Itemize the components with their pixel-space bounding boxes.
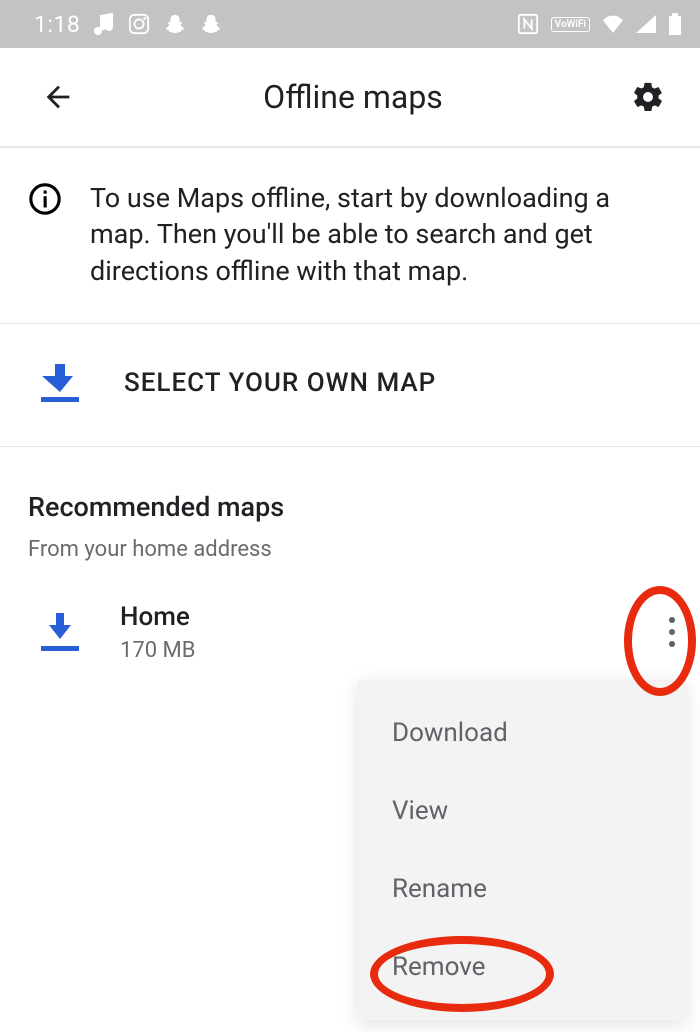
info-banner: To use Maps offline, start by downloadin…: [0, 148, 700, 324]
download-icon: [40, 613, 80, 651]
snapchat-icon: [164, 13, 186, 35]
info-icon: [28, 182, 62, 216]
instagram-icon: [128, 13, 150, 35]
menu-item-view[interactable]: View: [358, 772, 686, 850]
menu-item-download[interactable]: Download: [358, 694, 686, 772]
battery-icon: [668, 13, 682, 35]
more-vert-icon: [668, 616, 676, 648]
recommended-map-row[interactable]: Home 170 MB: [0, 562, 700, 668]
select-own-map-row[interactable]: SELECT YOUR OWN MAP: [0, 324, 700, 447]
recommended-heading: Recommended maps: [28, 491, 672, 523]
gear-icon: [631, 80, 665, 114]
back-button[interactable]: [36, 75, 80, 119]
select-own-map-label: SELECT YOUR OWN MAP: [124, 368, 436, 398]
snapchat-icon-2: [200, 13, 222, 35]
map-size: 170 MB: [120, 638, 195, 663]
nfc-icon: [517, 13, 539, 35]
app-header: Offline maps: [0, 48, 700, 148]
recommended-section: Recommended maps From your home address: [0, 447, 700, 562]
info-text: To use Maps offline, start by downloadin…: [90, 180, 672, 289]
download-icon: [40, 364, 80, 402]
music-icon: [94, 13, 114, 35]
map-name: Home: [120, 602, 195, 632]
menu-item-remove[interactable]: Remove: [358, 928, 686, 1006]
signal-icon: [636, 15, 656, 33]
status-bar: 1:18 VoWiFi: [0, 0, 700, 48]
status-time: 1:18: [34, 11, 80, 38]
settings-button[interactable]: [626, 75, 670, 119]
recommended-subheading: From your home address: [28, 537, 672, 562]
map-overflow-button[interactable]: [648, 596, 696, 668]
overflow-menu: Download View Rename Remove: [358, 680, 686, 1020]
vowifi-badge: VoWiFi: [551, 17, 590, 32]
wifi-icon: [602, 15, 624, 33]
arrow-left-icon: [41, 80, 75, 114]
page-title: Offline maps: [80, 78, 626, 116]
menu-item-rename[interactable]: Rename: [358, 850, 686, 928]
